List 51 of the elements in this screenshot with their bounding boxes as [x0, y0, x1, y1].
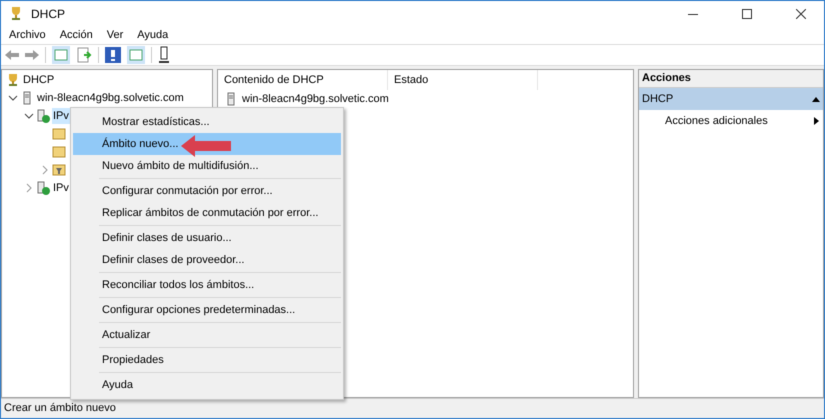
collapse-caret-icon[interactable] [812, 96, 820, 102]
menu-item[interactable]: Definir clases de usuario... [73, 227, 341, 249]
menu-item[interactable]: Mostrar estadísticas... [73, 111, 341, 133]
menu-item[interactable]: Nuevo ámbito de multidifusión... [73, 155, 341, 177]
chevron-down-icon[interactable] [24, 111, 34, 121]
menu-item[interactable]: Definir clases de proveedor... [73, 249, 341, 271]
column-header[interactable]: Contenido de DHCP [218, 70, 388, 90]
column-header[interactable]: Estado [388, 70, 538, 90]
chevron-right-icon[interactable] [24, 183, 34, 193]
menu-item[interactable]: Ver [106, 26, 124, 44]
menu-item[interactable]: Configurar conmutación por error... [73, 180, 341, 202]
server-icon [36, 109, 50, 123]
trophy-icon [9, 6, 23, 21]
export-icon[interactable] [76, 47, 92, 63]
server-icon [36, 181, 50, 195]
pane-header: Acciones [639, 70, 823, 88]
window-title: DHCP [31, 6, 66, 22]
table-cell-text: win-8leacn4g9bg.solvetic.com [242, 92, 390, 107]
pointer-arrow [181, 135, 231, 157]
menu-item[interactable]: Ayuda [137, 26, 168, 44]
section-header[interactable]: DHCP [639, 88, 823, 110]
trophy-icon [6, 73, 20, 87]
menu-item[interactable]: Configurar opciones predeterminadas... [73, 299, 341, 321]
server-icon[interactable] [158, 46, 170, 64]
menu-item[interactable]: Archivo [9, 26, 46, 44]
menu-item[interactable]: Ayuda [73, 374, 341, 396]
menu-item[interactable]: Acción [60, 26, 93, 44]
tree-item[interactable]: win-8leacn4g9bg.solvetic.com [36, 90, 185, 106]
close-icon [796, 8, 806, 18]
console-tree-icon[interactable] [52, 46, 70, 64]
chevron-right-icon[interactable] [40, 165, 50, 175]
maximize-icon [742, 8, 752, 18]
menu-item[interactable]: Actualizar [73, 324, 341, 346]
tree-item[interactable]: IPv [52, 108, 70, 124]
folder-icon [52, 127, 66, 141]
submenu-arrow-icon [814, 117, 819, 125]
menu-item[interactable]: Propiedades [73, 349, 341, 371]
action-item[interactable]: Acciones adicionales [639, 110, 823, 132]
menu-item[interactable]: Reconciliar todos los ámbitos... [73, 274, 341, 296]
filter-icon [52, 163, 66, 177]
action-pane-icon[interactable] [127, 46, 145, 64]
tree-item[interactable]: IPv [52, 180, 70, 196]
section-title: DHCP [642, 92, 674, 107]
folder-icon [52, 145, 66, 159]
status-bar: Crear un ámbito nuevo [1, 398, 824, 418]
forward-icon[interactable] [25, 49, 39, 61]
menu-item[interactable]: Replicar ámbitos de conmutación por error... [73, 202, 341, 224]
chevron-down-icon[interactable] [8, 93, 18, 103]
menu-item[interactable]: Ámbito nuevo... [73, 133, 341, 155]
tree-item[interactable]: DHCP [22, 72, 56, 88]
back-icon[interactable] [5, 49, 19, 61]
